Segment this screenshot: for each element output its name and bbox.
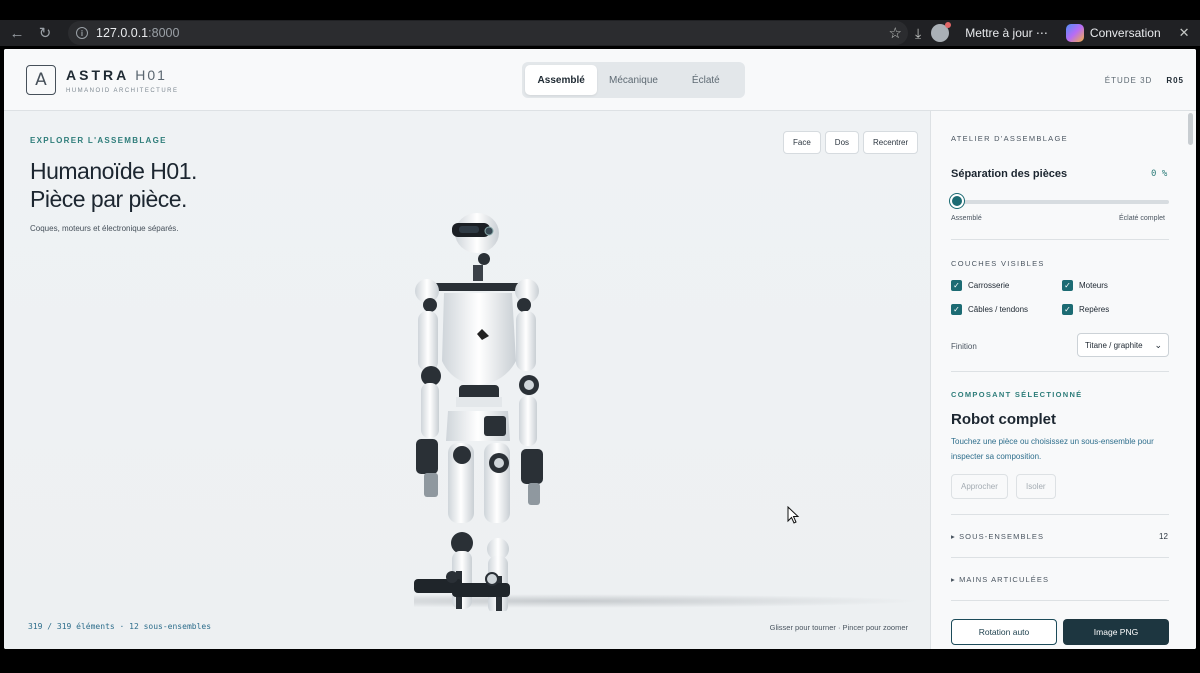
layer-label: Câbles / tendons [968, 305, 1029, 314]
conversation-label: Conversation [1089, 26, 1161, 40]
layer-carrosserie[interactable]: ✓ Carrosserie [951, 280, 1009, 291]
divider [951, 600, 1169, 601]
update-button[interactable]: Mettre à jour ⋯ [965, 26, 1048, 40]
assembly-panel: ATELIER D'ASSEMBLAGE Séparation des pièc… [930, 111, 1196, 649]
tab-mecanique[interactable]: Mécanique [597, 65, 669, 95]
divider [951, 557, 1169, 558]
tab-eclate[interactable]: Éclaté [670, 65, 742, 95]
check-icon[interactable]: ✓ [1062, 304, 1073, 315]
check-icon[interactable]: ✓ [1062, 280, 1073, 291]
brand-subtitle: HUMANOID ARCHITECTURE [66, 88, 179, 94]
url-host: 127.0.0.1 [96, 26, 149, 40]
camera-controls: Face Dos Recentrer [783, 131, 919, 154]
brand-name: ASTRA [66, 67, 130, 83]
view-mode-tabs: Assemblé Mécanique Éclaté [522, 62, 745, 98]
front-view-button[interactable]: Face [783, 131, 821, 154]
hands-label: MAINS ARTICULÉES [959, 575, 1050, 584]
check-icon[interactable]: ✓ [951, 280, 962, 291]
app: A ASTRA H01 HUMANOID ARCHITECTURE Assembl… [4, 49, 1196, 649]
hands-toggle[interactable]: ▸ MAINS ARTICULÉES [951, 575, 1049, 584]
revision-badge: R05 [1166, 76, 1184, 85]
layer-moteurs[interactable]: ✓ Moteurs [1062, 280, 1108, 291]
isolate-button[interactable]: Isoler [1016, 474, 1056, 499]
interaction-hint: Glisser pour tourner · Pincer pour zoome… [769, 623, 908, 632]
separation-value: 0 % [1151, 169, 1168, 179]
download-icon[interactable]: ⤓ [915, 25, 921, 42]
3d-viewport[interactable]: EXPLORER L'ASSEMBLAGE Humanoïde H01. Piè… [4, 111, 930, 649]
reload-icon[interactable]: ↻ [34, 22, 56, 44]
back-view-button[interactable]: Dos [824, 131, 860, 154]
panel-scrollbar[interactable] [1188, 113, 1193, 145]
logo: A [26, 65, 56, 95]
separation-slider-handle[interactable] [950, 194, 964, 208]
url-port: :8000 [148, 26, 180, 40]
mouse-cursor-icon [787, 506, 800, 524]
layer-cables[interactable]: ✓ Câbles / tendons [951, 304, 1028, 315]
separation-slider-track[interactable] [951, 200, 1169, 204]
layer-label: Repères [1079, 305, 1110, 314]
robot-feet [414, 571, 510, 597]
title-line-1: Humanoïde H01. [30, 158, 197, 184]
brand-title: ASTRA H01 [66, 67, 167, 83]
site-info-icon[interactable]: i [76, 27, 88, 39]
png-export-button[interactable]: Image PNG [1063, 619, 1169, 645]
check-icon[interactable]: ✓ [951, 304, 962, 315]
layer-label: Carrosserie [968, 281, 1010, 290]
subassemblies-toggle[interactable]: ▸ SOUS-ENSEMBLES [951, 532, 1044, 541]
layers-title: COUCHES VISIBLES [951, 259, 1045, 268]
address-bar[interactable]: i 127.0.0.1:8000 ☆ [68, 21, 908, 45]
separation-label: Séparation des pièces [951, 168, 1068, 180]
layer-label: Moteurs [1079, 281, 1108, 290]
screen: ← ↻ i 127.0.0.1:8000 ☆ ⤓ Mettre à jour ⋯… [0, 0, 1200, 673]
study-label: ÉTUDE 3D [1104, 76, 1153, 85]
browser-toolbar: ← ↻ i 127.0.0.1:8000 ☆ ⤓ Mettre à jour ⋯… [0, 20, 1200, 46]
divider [951, 514, 1169, 515]
chevron-down-icon: ⌄ [1154, 340, 1162, 350]
bookmark-star-icon[interactable]: ☆ [889, 24, 902, 42]
viewport-subtitle: Coques, moteurs et électronique séparés. [30, 224, 179, 233]
panel-eyebrow: ATELIER D'ASSEMBLAGE [951, 134, 1068, 143]
profile-avatar[interactable] [931, 22, 952, 42]
finish-label: Finition [951, 342, 977, 351]
robot-model[interactable] [404, 211, 554, 611]
layer-reperes[interactable]: ✓ Repères [1062, 304, 1109, 315]
back-icon[interactable]: ← [6, 22, 28, 44]
update-label: Mettre à jour [965, 26, 1033, 40]
conversation-button[interactable]: Conversation [1065, 24, 1161, 42]
brand-model: H01 [135, 67, 167, 83]
viewport-eyebrow: EXPLORER L'ASSEMBLAGE [30, 136, 167, 145]
finish-value: Titane / graphite [1085, 340, 1143, 350]
subassemblies-label: SOUS-ENSEMBLES [959, 532, 1045, 541]
subassemblies-count: 12 [1159, 532, 1168, 541]
divider [951, 239, 1169, 240]
divider [951, 371, 1169, 372]
header-right: ÉTUDE 3D R05 [1105, 76, 1184, 85]
finish-select[interactable]: Titane / graphite ⌄ [1077, 333, 1169, 357]
element-counter: 319 / 319 éléments · 12 sous-ensembles [28, 622, 212, 631]
component-description: Touchez une pièce ou choisissez un sous-… [951, 437, 1154, 461]
browser-actions: ⤓ Mettre à jour ⋯ Conversation ✕ [915, 20, 1190, 46]
close-icon[interactable]: ✕ [1179, 25, 1190, 41]
viewport-title: Humanoïde H01. Pièce par pièce. [30, 157, 197, 213]
slider-min-label: Assemblé [951, 215, 982, 222]
app-header: A ASTRA H01 HUMANOID ARCHITECTURE Assembl… [4, 49, 1196, 111]
component-eyebrow: COMPOSANT SÉLECTIONNÉ [951, 390, 1083, 399]
recenter-button[interactable]: Recentrer [863, 131, 919, 154]
title-line-2: Pièce par pièce. [30, 186, 187, 212]
component-title: Robot complet [951, 411, 1056, 428]
slider-max-label: Éclaté complet [1119, 215, 1165, 222]
copilot-icon [1065, 24, 1084, 42]
approach-button[interactable]: Approcher [951, 474, 1008, 499]
auto-rotate-button[interactable]: Rotation auto [951, 619, 1057, 645]
tab-assemble[interactable]: Assemblé [525, 65, 598, 95]
